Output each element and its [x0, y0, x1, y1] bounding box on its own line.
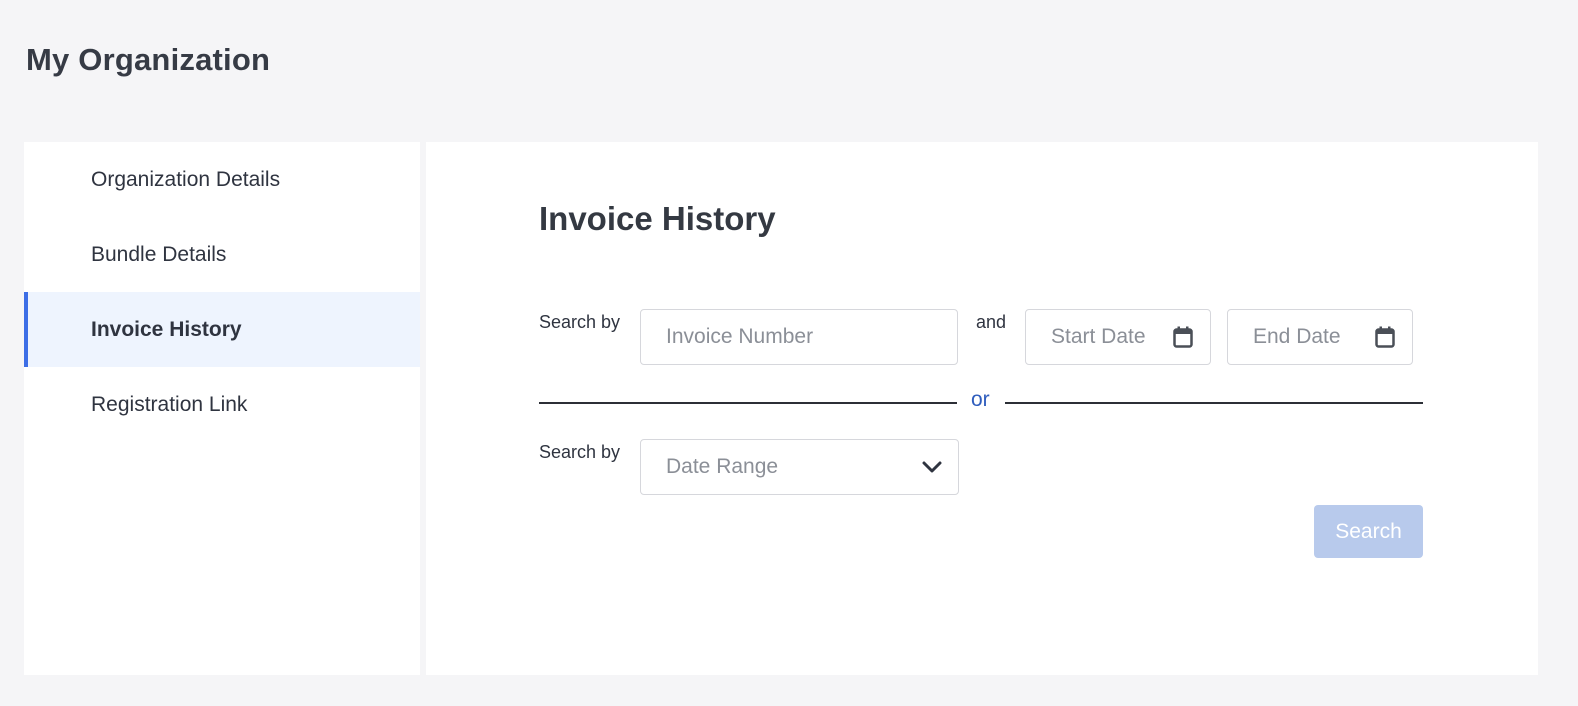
- or-label: or: [971, 388, 990, 411]
- divider-right: [1005, 402, 1423, 404]
- start-date-placeholder: Start Date: [1051, 325, 1146, 348]
- main-panel: Invoice History Search by Invoice Number…: [426, 142, 1538, 675]
- calendar-icon[interactable]: [1173, 326, 1193, 348]
- sidebar-item-invoice-history[interactable]: Invoice History: [24, 292, 420, 367]
- search-by-label: Search by: [539, 312, 621, 332]
- sidebar-item-label: Bundle Details: [91, 242, 227, 266]
- sidebar-item-label: Organization Details: [91, 167, 281, 191]
- sidebar-item-label: Invoice History: [91, 317, 242, 341]
- invoice-number-placeholder: Invoice Number: [666, 325, 814, 348]
- page-title: My Organization: [26, 42, 271, 77]
- date-range-value: Date Range: [666, 455, 779, 478]
- sidebar-item-label: Registration Link: [91, 392, 248, 416]
- calendar-icon[interactable]: [1375, 326, 1395, 348]
- end-date-placeholder: End Date: [1253, 325, 1341, 348]
- chevron-down-icon: [922, 460, 942, 474]
- search-button[interactable]: Search: [1314, 505, 1423, 558]
- sidebar-item-bundle-details[interactable]: Bundle Details: [24, 217, 420, 292]
- sidebar-item-organization-details[interactable]: Organization Details: [24, 142, 420, 217]
- end-date-input[interactable]: End Date: [1227, 309, 1413, 365]
- date-range-select[interactable]: Date Range: [640, 439, 959, 495]
- divider-left: [539, 402, 957, 404]
- sidebar: Organization Details Bundle Details Invo…: [24, 142, 420, 675]
- search-by-label: Search by: [539, 442, 621, 462]
- section-title: Invoice History: [539, 200, 776, 237]
- start-date-input[interactable]: Start Date: [1025, 309, 1211, 365]
- and-label: and: [976, 312, 1007, 332]
- invoice-number-input[interactable]: Invoice Number: [640, 309, 958, 365]
- sidebar-item-registration-link[interactable]: Registration Link: [24, 367, 420, 442]
